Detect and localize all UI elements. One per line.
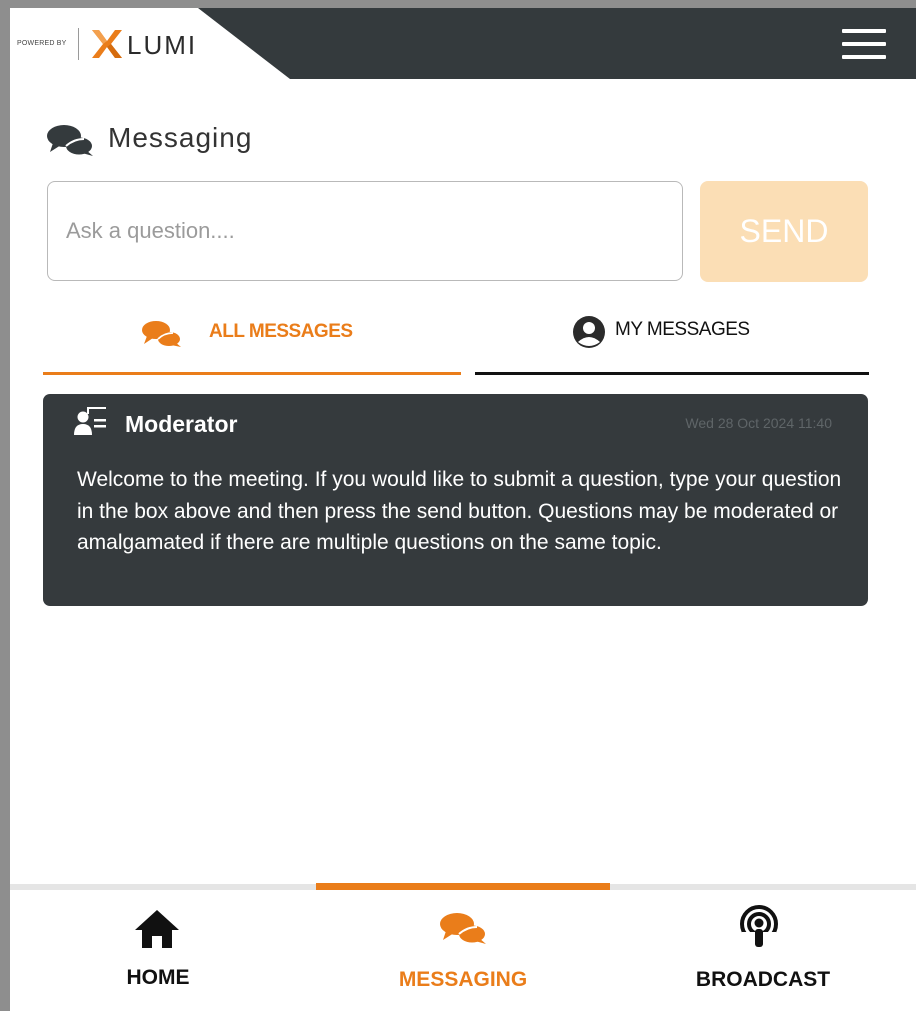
tab-indicator [475,372,869,375]
brand-divider [78,28,79,60]
brand-panel: POWERED BY LUMI [10,8,290,79]
tab-label: ALL MESSAGES [209,321,353,342]
nav-label: MESSAGING [398,968,528,991]
message-sender: Moderator [125,411,238,437]
nav-active-indicator [316,883,610,890]
home-icon [135,910,179,948]
nav-broadcast[interactable]: BROADCAST [610,890,916,1011]
brand-name: LUMI [127,30,198,60]
powered-by-label: POWERED BY [17,40,67,47]
question-input[interactable] [47,181,683,281]
tab-all-messages[interactable]: ALL MESSAGES [43,308,461,378]
message-card: Moderator Wed 28 Oct 2024 11:40 Welcome … [43,394,868,606]
nav-messaging[interactable]: MESSAGING [316,890,610,1011]
podcast-icon [740,905,778,950]
tab-label: MY MESSAGES [615,319,750,340]
top-header: POWERED BY LUMI [10,8,916,79]
user-circle-icon [573,316,605,348]
hamburger-menu-icon[interactable] [842,29,886,59]
message-timestamp: Wed 28 Oct 2024 11:40 [685,415,832,431]
page-title: Messaging [108,122,253,153]
bottom-nav: HOME MESSAGING BROADCAST [10,883,916,1011]
chat-bubbles-icon [47,125,93,156]
tab-my-messages[interactable]: MY MESSAGES [475,308,869,378]
nav-label: BROADCAST [695,968,831,991]
message-body: Welcome to the meeting. If you would lik… [77,468,842,554]
chat-bubbles-icon [440,913,486,944]
app-frame: POWERED BY LUMI Messaging SEND [10,8,916,1011]
nav-home[interactable]: HOME [10,890,310,1011]
chat-bubbles-icon [142,321,181,347]
send-button[interactable]: SEND [700,181,868,282]
moderator-icon [74,407,106,435]
lumi-logo-icon [92,30,122,58]
nav-label: HOME [126,966,190,989]
tab-indicator-active [43,372,461,375]
